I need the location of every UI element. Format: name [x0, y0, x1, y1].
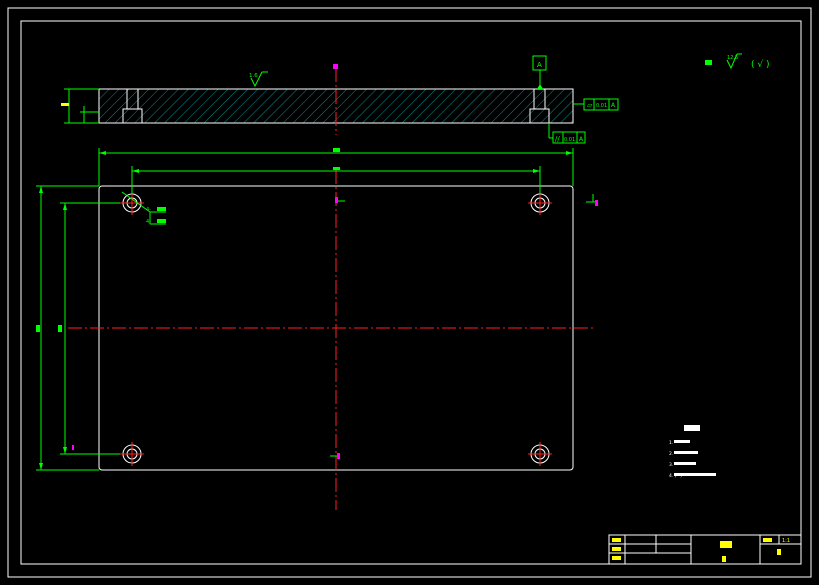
datum-a-symbol: A	[532, 55, 547, 89]
hole-bottom-left	[120, 442, 144, 466]
surface-roughness-note: 12.5 ( √ )	[705, 53, 769, 70]
svg-text:4-: 4-	[146, 207, 151, 213]
svg-text:A: A	[579, 136, 584, 143]
parallel-tolerance-frame: // 0.01 A	[548, 123, 586, 144]
roughness-symbol: 1.6	[249, 71, 268, 88]
technical-requirements: 1. 2. 3. 4. (~)	[669, 425, 716, 479]
overall-height-dimension	[36, 185, 99, 471]
center-marker-top	[333, 64, 338, 69]
svg-text:0.01: 0.01	[596, 103, 607, 109]
flatness-tolerance-frame: ⏥ 0.01 A	[573, 98, 619, 111]
hole-spacing-y-dimension	[58, 202, 120, 455]
svg-text:( √ ): ( √ )	[751, 59, 769, 70]
tech-req-line-1: 1.	[669, 440, 673, 446]
svg-text:0.01: 0.01	[564, 137, 575, 143]
title-scale: 1:1	[782, 538, 790, 544]
tech-req-line-4: 4. (~)	[669, 473, 682, 479]
cad-drawing-canvas: 1.6 A ⏥ 0.01 A // 0.01 A 4- 4- 12.5 (√ …	[7, 7, 812, 578]
tech-req-line-3: 3.	[669, 462, 673, 468]
svg-text:1.6: 1.6	[249, 73, 258, 79]
hole-top-right	[528, 191, 552, 215]
hole-callout-leader: 4- 4-	[121, 191, 166, 225]
svg-text://: //	[555, 135, 560, 143]
hole-bottom-right	[528, 442, 552, 466]
svg-text:12.5: 12.5	[727, 55, 738, 61]
svg-text:⏥: ⏥	[587, 101, 593, 109]
section-view: 1.6 A ⏥ 0.01 A // 0.01 A	[61, 55, 619, 144]
svg-text:4-: 4-	[146, 219, 151, 225]
plan-view: 4- 4-	[36, 148, 598, 510]
svg-text:A: A	[537, 61, 542, 69]
title-block: 1:1	[608, 534, 802, 565]
svg-text:A: A	[611, 102, 616, 109]
tech-req-line-2: 2.	[669, 451, 673, 457]
hole-top-left	[120, 191, 144, 215]
